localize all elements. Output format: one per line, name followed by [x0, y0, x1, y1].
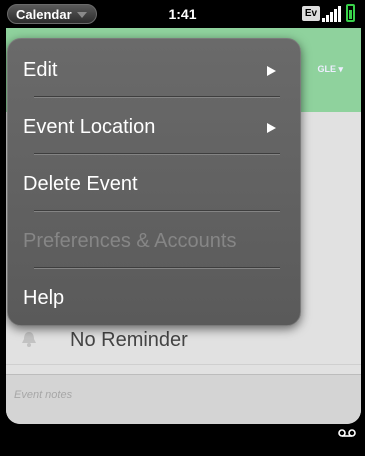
reminder-label: No Reminder [70, 329, 188, 351]
bell-icon [22, 332, 36, 347]
signal-icon [322, 6, 342, 22]
menu-item-label: Edit [23, 59, 58, 81]
chevron-right-icon [267, 66, 276, 76]
menu-item-label: Delete Event [23, 173, 138, 195]
menu-divider [34, 210, 280, 211]
menu-item-event-location[interactable]: Event Location [8, 99, 300, 156]
status-bar: Calendar 1:41 Ev [0, 0, 365, 28]
toggle-button[interactable]: GLE ▾ [311, 58, 349, 80]
menu-divider [34, 153, 280, 154]
menu-item-label: Event Location [23, 116, 156, 138]
menu-item-delete-event[interactable]: Delete Event [8, 156, 300, 213]
menu-item-preferences-accounts: Preferences & Accounts [8, 213, 300, 270]
menu-item-label: Preferences & Accounts [23, 230, 237, 252]
chevron-right-icon [267, 123, 276, 133]
menu-item-help[interactable]: Help [8, 270, 300, 327]
app-menu: Edit Event Location Delete Event Prefere… [7, 38, 301, 326]
menu-divider [34, 267, 280, 268]
menu-divider [34, 96, 280, 97]
menu-item-label: Help [23, 287, 65, 309]
voicemail-icon [338, 429, 356, 437]
menu-item-edit[interactable]: Edit [8, 42, 300, 99]
event-notes-field[interactable]: Event notes [6, 374, 361, 424]
network-badge: Ev [302, 6, 320, 21]
battery-icon [346, 4, 355, 22]
notes-placeholder: Event notes [14, 389, 73, 401]
